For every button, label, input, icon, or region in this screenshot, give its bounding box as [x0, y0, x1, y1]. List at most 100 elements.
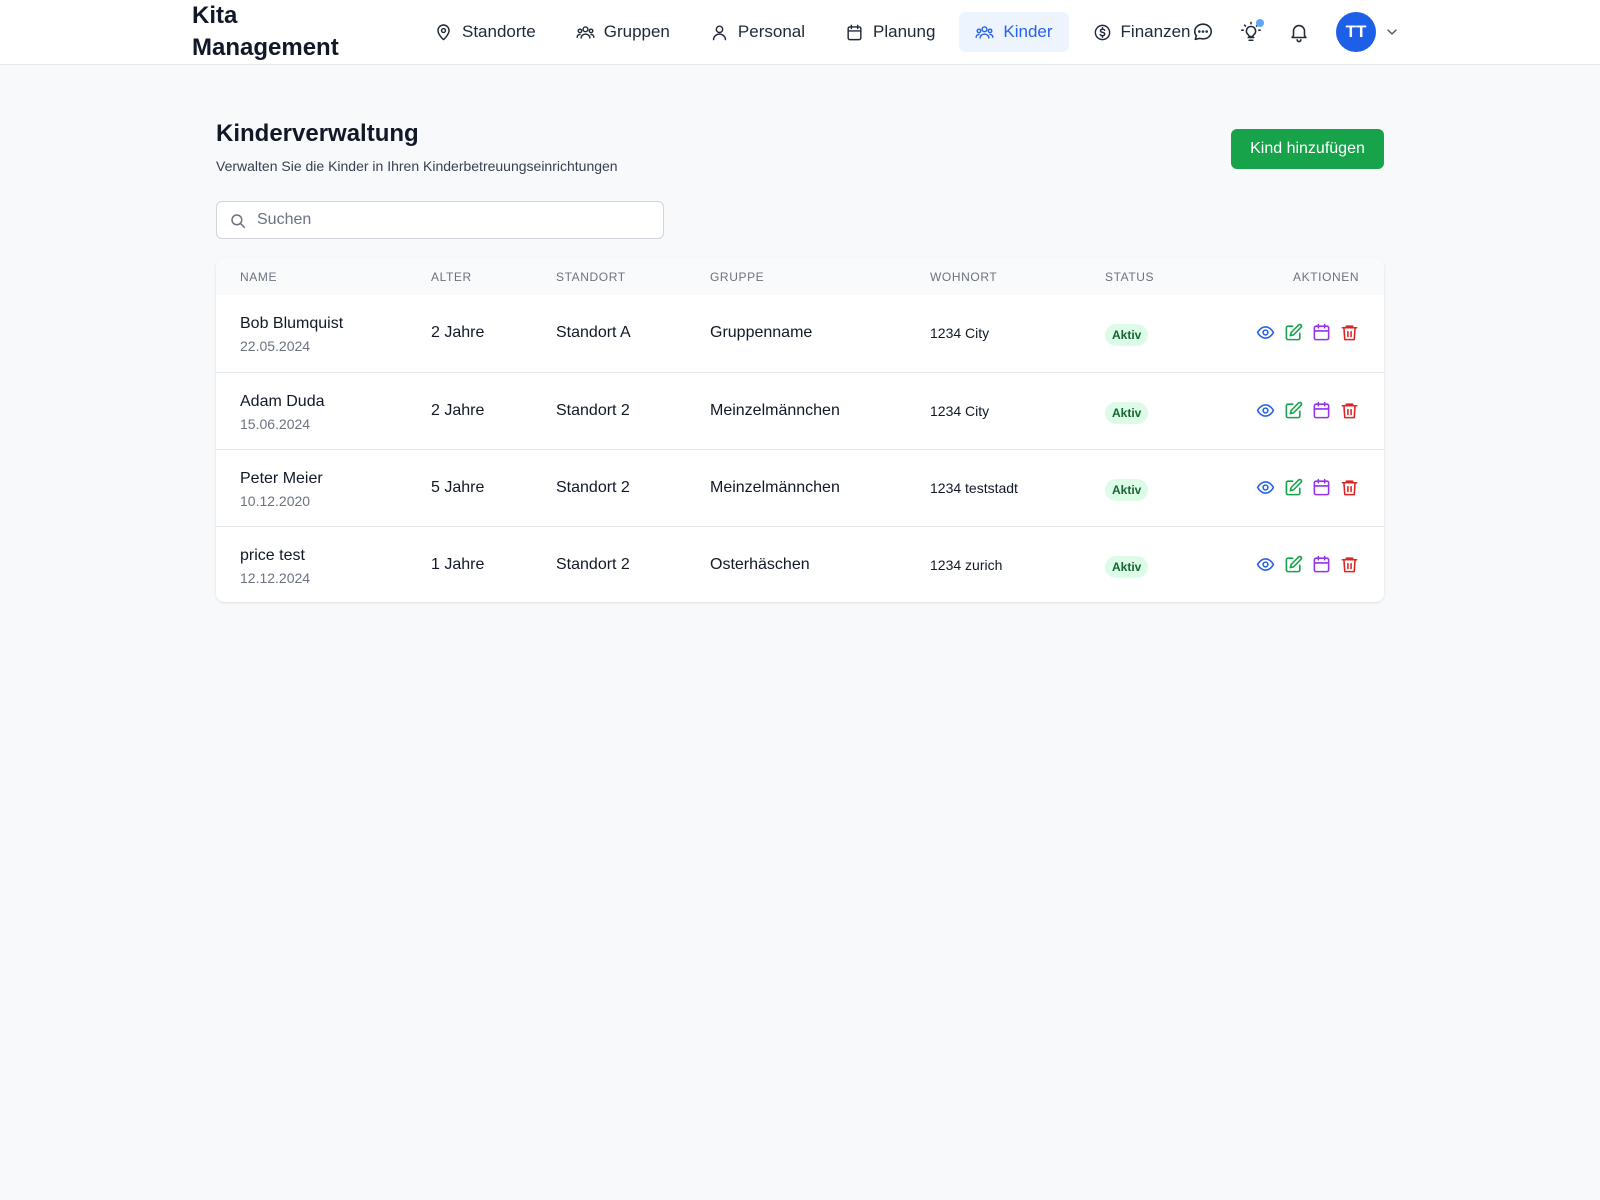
- child-residence: 1234 zurich: [930, 557, 1003, 573]
- column-header-actions: AKTIONEN: [1293, 270, 1360, 284]
- notifications-button[interactable]: [1286, 19, 1312, 45]
- edit-icon: [1285, 323, 1303, 341]
- users-group-icon: [975, 25, 994, 39]
- child-location: Standort 2: [556, 479, 630, 496]
- chat-bubble-icon: [1193, 23, 1213, 41]
- child-name: Bob Blumquist: [240, 315, 344, 332]
- calendar-icon: [1313, 478, 1330, 496]
- child-birthdate: 22.05.2024: [240, 338, 311, 354]
- child-age: 2 Jahre: [431, 402, 485, 419]
- row-actions: [1256, 478, 1359, 497]
- brand-line-2: Management: [192, 34, 339, 61]
- child-residence: 1234 teststadt: [930, 480, 1018, 496]
- column-header-name: NAME: [240, 270, 278, 284]
- chevron-down-icon: [1387, 29, 1397, 35]
- delete-button[interactable]: [1340, 401, 1359, 420]
- calendar-icon: [1313, 401, 1330, 419]
- user-icon: [712, 24, 727, 40]
- child-location: Standort 2: [556, 556, 630, 573]
- calendar-icon: [1313, 555, 1330, 573]
- view-button[interactable]: [1256, 323, 1275, 342]
- schedule-button[interactable]: [1312, 401, 1331, 420]
- view-button[interactable]: [1256, 555, 1275, 574]
- tips-button[interactable]: [1238, 19, 1264, 45]
- trash-icon: [1341, 480, 1358, 496]
- trash-icon: [1341, 403, 1358, 419]
- child-group: Meinzelmännchen: [710, 479, 840, 496]
- edit-button[interactable]: [1284, 478, 1303, 497]
- nav-item-personal[interactable]: Personal: [694, 12, 821, 52]
- page-subtitle: Verwalten Sie die Kinder in Ihren Kinder…: [216, 158, 618, 174]
- header-actions: [1190, 12, 1312, 52]
- status-badge: Aktiv: [1105, 324, 1149, 346]
- calendar-icon: [847, 24, 862, 40]
- edit-button[interactable]: [1284, 401, 1303, 420]
- app-logo[interactable]: Kita Management: [192, 0, 362, 64]
- bell-icon: [1291, 24, 1307, 43]
- children-table: NAME ALTER STANDORT GRUPPE WOHNORT STATU…: [216, 258, 1384, 602]
- status-badge: Aktiv: [1105, 402, 1149, 424]
- main-nav: Standorte Gruppen Personal Planung Kinde…: [418, 12, 1206, 52]
- table-row: Peter Meier 10.12.2020 5 Jahre Standort …: [216, 449, 1384, 526]
- messages-button[interactable]: [1190, 19, 1216, 45]
- map-pin-icon: [437, 23, 450, 40]
- edit-button[interactable]: [1284, 555, 1303, 574]
- eye-icon: [1256, 326, 1275, 339]
- schedule-button[interactable]: [1312, 323, 1331, 342]
- delete-button[interactable]: [1340, 323, 1359, 342]
- user-menu-toggle[interactable]: [1384, 24, 1400, 40]
- add-child-button[interactable]: Kind hinzufügen: [1231, 129, 1384, 169]
- nav-label: Finanzen: [1120, 22, 1191, 41]
- edit-button[interactable]: [1284, 323, 1303, 342]
- child-birthdate: 10.12.2020: [240, 493, 311, 509]
- column-header-age: ALTER: [431, 270, 472, 284]
- schedule-button[interactable]: [1312, 555, 1331, 574]
- schedule-button[interactable]: [1312, 478, 1331, 497]
- table-row: Bob Blumquist 22.05.2024 2 Jahre Standor…: [216, 295, 1384, 372]
- child-birthdate: 12.12.2024: [240, 570, 311, 586]
- edit-icon: [1285, 401, 1303, 419]
- child-name: Adam Duda: [240, 393, 325, 410]
- trash-icon: [1341, 325, 1358, 341]
- nav-label: Personal: [737, 22, 806, 41]
- user-avatar[interactable]: TT: [1336, 12, 1376, 52]
- status-badge: Aktiv: [1105, 479, 1149, 501]
- view-button[interactable]: [1256, 401, 1275, 420]
- child-age: 5 Jahre: [431, 479, 485, 496]
- brand-line-1: Kita: [192, 2, 238, 29]
- view-button[interactable]: [1256, 478, 1275, 497]
- column-header-residence: WOHNORT: [930, 270, 998, 284]
- child-residence: 1234 City: [930, 325, 990, 341]
- column-header-status: STATUS: [1105, 270, 1155, 284]
- search-box: [216, 201, 664, 239]
- child-age: 2 Jahre: [431, 324, 485, 341]
- child-group: Osterhäschen: [710, 556, 810, 573]
- nav-item-gruppen[interactable]: Gruppen: [560, 12, 686, 52]
- delete-button[interactable]: [1340, 478, 1359, 497]
- child-location: Standort A: [556, 324, 631, 341]
- nav-item-finanzen[interactable]: Finanzen: [1077, 12, 1207, 52]
- child-name: price test: [240, 547, 305, 564]
- row-actions: [1256, 401, 1359, 420]
- status-badge: Aktiv: [1105, 556, 1149, 578]
- table-row: Adam Duda 15.06.2024 2 Jahre Standort 2 …: [216, 372, 1384, 449]
- row-actions: [1256, 555, 1359, 574]
- column-header-location: STANDORT: [556, 270, 626, 284]
- child-name: Peter Meier: [240, 470, 323, 487]
- nav-item-planung[interactable]: Planung: [829, 12, 951, 52]
- nav-label: Planung: [873, 22, 936, 41]
- nav-label: Gruppen: [603, 22, 670, 41]
- trash-icon: [1341, 557, 1358, 573]
- eye-icon: [1256, 481, 1275, 494]
- nav-item-standorte[interactable]: Standorte: [418, 12, 552, 52]
- nav-item-kinder[interactable]: Kinder: [959, 12, 1069, 52]
- eye-icon: [1256, 558, 1275, 571]
- search-input[interactable]: [257, 202, 657, 238]
- delete-button[interactable]: [1340, 555, 1359, 574]
- search-icon: [231, 214, 246, 229]
- table-row: price test 12.12.2024 1 Jahre Standort 2…: [216, 526, 1384, 602]
- child-residence: 1234 City: [930, 403, 990, 419]
- row-actions: [1256, 323, 1359, 342]
- calendar-icon: [1313, 323, 1330, 341]
- child-location: Standort 2: [556, 402, 630, 419]
